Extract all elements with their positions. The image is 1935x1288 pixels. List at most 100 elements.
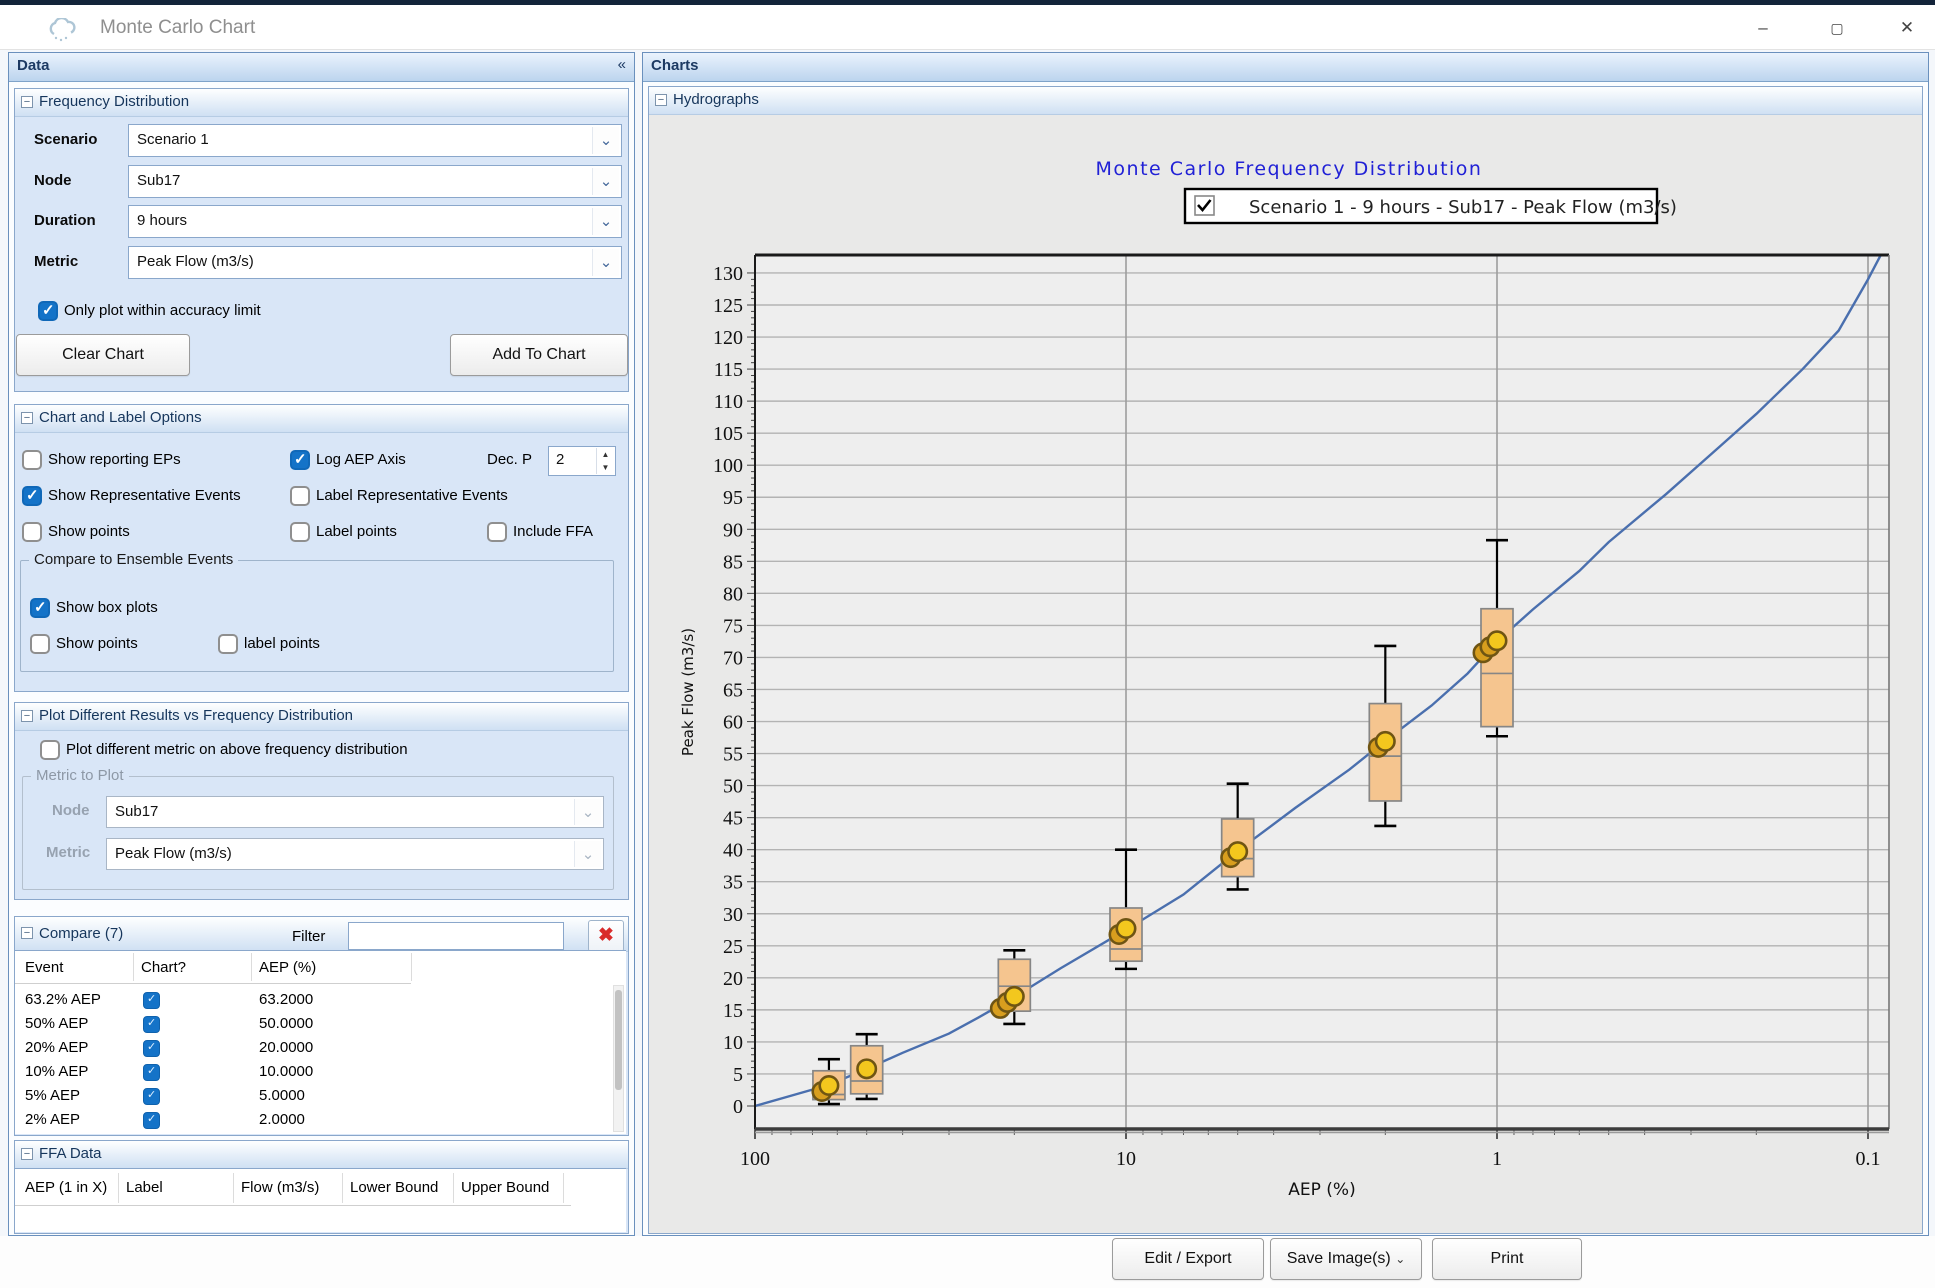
chart-checkbox[interactable] <box>143 1016 160 1033</box>
data-panel-title: Data <box>17 57 50 74</box>
ffa-column-header[interactable]: Upper Bound <box>461 1179 549 1196</box>
label-points-checkbox[interactable] <box>290 522 310 542</box>
edit-export-button[interactable]: Edit / Export <box>1112 1238 1264 1280</box>
show-reporting-eps-checkbox[interactable] <box>22 450 42 470</box>
chart-checkbox[interactable] <box>143 1088 160 1105</box>
column-header-event[interactable]: Event <box>25 959 63 976</box>
aep-cell: 50.0000 <box>259 1015 313 1032</box>
dec-p-value: 2 <box>556 451 564 468</box>
chart-checkbox[interactable] <box>143 1112 160 1129</box>
metric-dropdown[interactable]: Peak Flow (m3/s) ⌄ <box>128 246 622 279</box>
plot-different-metric-label: Plot different metric on above frequency… <box>66 740 408 760</box>
metric-to-plot-fieldset: Metric to Plot <box>22 776 614 890</box>
filter-input[interactable] <box>348 922 564 950</box>
group-header: − FFA Data <box>15 1141 628 1169</box>
chevron-down-icon[interactable]: ⌄ <box>592 249 619 276</box>
collapse-group-icon[interactable]: − <box>21 96 33 108</box>
y-tick-label: 95 <box>723 487 743 509</box>
y-axis-title: Peak Flow (m3/s) <box>679 628 697 756</box>
collapse-group-icon[interactable]: − <box>21 1148 33 1160</box>
representative-event-points <box>857 1060 875 1078</box>
collapse-group-icon[interactable]: − <box>21 412 33 424</box>
chevron-down-icon: ⌄ <box>1395 1252 1405 1266</box>
chevron-down-icon[interactable]: ⌄ <box>592 168 619 195</box>
spinner-down-icon[interactable]: ▼ <box>597 461 614 474</box>
node-dropdown[interactable]: Sub17 ⌄ <box>128 165 622 198</box>
save-images-button[interactable]: Save Image(s) ⌄ <box>1270 1238 1422 1280</box>
duration-dropdown[interactable]: 9 hours ⌄ <box>128 205 622 238</box>
ffa-column-header[interactable]: Flow (m3/s) <box>241 1179 319 1196</box>
data-panel-header: Data « <box>9 53 634 82</box>
ffa-column-header[interactable]: AEP (1 in X) <box>25 1179 107 1196</box>
show-representative-events-checkbox[interactable] <box>22 486 42 506</box>
compare-ensemble-title: Compare to Ensemble Events <box>29 551 238 568</box>
ffa-column-header[interactable]: Label <box>126 1179 163 1196</box>
show-representative-events-label: Show Representative Events <box>48 486 241 506</box>
x-tick-label: 1 <box>1492 1148 1502 1170</box>
y-tick-label: 70 <box>723 647 743 669</box>
spinner-buttons: ▲ ▼ <box>596 448 614 474</box>
frequency-distribution-chart[interactable]: 0510152025303540455055606570758085909510… <box>649 115 1920 1232</box>
group-header: − Hydrographs <box>649 87 1922 115</box>
chevron-down-icon: ⌄ <box>574 841 601 867</box>
column-header-chart[interactable]: Chart? <box>141 959 186 976</box>
compare-scrollbar[interactable] <box>613 985 624 1132</box>
y-tick-label: 5 <box>733 1064 743 1086</box>
add-to-chart-button[interactable]: Add To Chart <box>450 334 628 376</box>
y-tick-label: 65 <box>723 679 743 701</box>
aep-cell: 20.0000 <box>259 1039 313 1056</box>
filter-label: Filter <box>292 927 325 947</box>
clear-chart-button[interactable]: Clear Chart <box>16 334 190 376</box>
event-cell: 2% AEP <box>25 1111 80 1128</box>
ensemble-label-points-checkbox[interactable] <box>218 634 238 654</box>
ensemble-show-points-label: Show points <box>56 634 138 654</box>
y-tick-label: 45 <box>723 808 743 830</box>
plot-node-value: Sub17 <box>115 803 158 820</box>
metric-to-plot-title: Metric to Plot <box>31 767 129 784</box>
y-tick-label: 120 <box>713 327 743 349</box>
x-tick-label: 10 <box>1116 1148 1136 1170</box>
y-tick-label: 100 <box>713 455 743 477</box>
group-title: Frequency Distribution <box>39 93 189 110</box>
scenario-value: Scenario 1 <box>137 131 209 148</box>
plot-different-metric-checkbox[interactable] <box>40 740 60 760</box>
x-axis-title: AEP (%) <box>1288 1180 1355 1200</box>
y-tick-label: 10 <box>723 1032 743 1054</box>
ffa-column-header[interactable]: Lower Bound <box>350 1179 438 1196</box>
legend[interactable]: Scenario 1 - 9 hours - Sub17 - Peak Flow… <box>1185 189 1677 223</box>
print-button[interactable]: Print <box>1432 1238 1582 1280</box>
collapse-panel-icon[interactable]: « <box>618 56 626 73</box>
plot-area <box>755 255 1889 1129</box>
scenario-label: Scenario <box>34 131 97 148</box>
scrollbar-thumb[interactable] <box>615 990 622 1090</box>
chart-checkbox[interactable] <box>143 1064 160 1081</box>
collapse-group-icon[interactable]: − <box>655 94 667 106</box>
compare-table: Event Chart? AEP (%) 63.2% AEP63.200050%… <box>15 950 626 1134</box>
only-plot-accuracy-checkbox[interactable] <box>38 301 58 321</box>
collapse-group-icon[interactable]: − <box>21 710 33 722</box>
include-ffa-checkbox[interactable] <box>487 522 507 542</box>
show-points-checkbox[interactable] <box>22 522 42 542</box>
scenario-dropdown[interactable]: Scenario 1 ⌄ <box>128 124 622 157</box>
plot-metric-dropdown: Peak Flow (m3/s) ⌄ <box>106 838 604 870</box>
label-representative-events-checkbox[interactable] <box>290 486 310 506</box>
collapse-group-icon[interactable]: − <box>21 927 33 939</box>
clear-filter-button[interactable]: ✖ <box>588 920 624 952</box>
log-aep-axis-checkbox[interactable] <box>290 450 310 470</box>
plot-metric-value: Peak Flow (m3/s) <box>115 845 232 862</box>
chevron-down-icon[interactable]: ⌄ <box>592 127 619 154</box>
ensemble-show-points-checkbox[interactable] <box>30 634 50 654</box>
show-box-plots-checkbox[interactable] <box>30 598 50 618</box>
minimize-button[interactable]: – <box>1748 15 1778 41</box>
include-ffa-label: Include FFA <box>513 522 593 542</box>
close-button[interactable]: ✕ <box>1892 15 1922 41</box>
chevron-down-icon[interactable]: ⌄ <box>592 208 619 235</box>
event-cell: 5% AEP <box>25 1087 80 1104</box>
dec-p-spinner[interactable]: 2 ▲ ▼ <box>548 446 616 476</box>
charts-panel: Charts − Hydrographs 0510152025303540455… <box>642 52 1929 1236</box>
chart-checkbox[interactable] <box>143 992 160 1009</box>
maximize-button[interactable]: ▢ <box>1822 15 1852 41</box>
column-header-aep[interactable]: AEP (%) <box>259 959 316 976</box>
spinner-up-icon[interactable]: ▲ <box>597 448 614 461</box>
chart-checkbox[interactable] <box>143 1040 160 1057</box>
